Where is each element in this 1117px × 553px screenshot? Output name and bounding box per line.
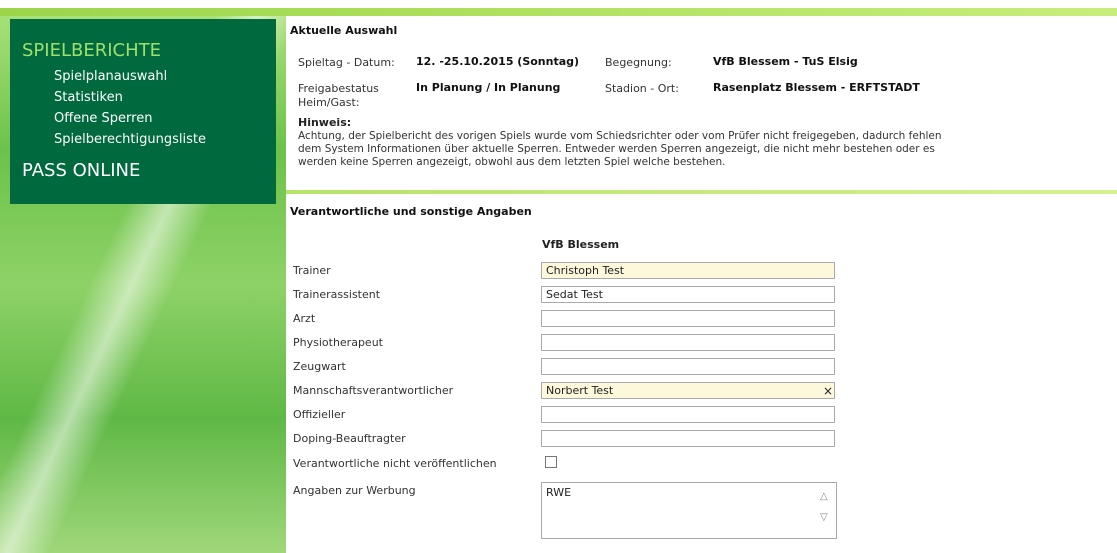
trainer-input[interactable]: Christoph Test bbox=[541, 262, 835, 279]
top-accent-bar bbox=[0, 8, 1117, 16]
label-offizieller: Offizieller bbox=[293, 408, 346, 421]
nav-item-spielberechtigungsliste[interactable]: Spielberechtigungsliste bbox=[54, 132, 206, 147]
label-hide-responsibles: Verantwortliche nicht veröffentlichen bbox=[293, 457, 497, 470]
trainerassistent-input[interactable]: Sedat Test bbox=[541, 286, 835, 303]
clear-icon[interactable]: × bbox=[823, 384, 833, 398]
zeugwart-input[interactable] bbox=[541, 358, 835, 375]
hide-responsibles-checkbox[interactable] bbox=[545, 456, 557, 468]
begegnung-label: Begegnung: bbox=[605, 56, 672, 69]
nav-item-statistiken[interactable]: Statistiken bbox=[54, 90, 123, 105]
offizieller-input[interactable] bbox=[541, 406, 835, 423]
hint-text: Achtung, der Spielbericht des vorigen Sp… bbox=[298, 130, 942, 168]
mannschaftsverantwortlicher-input[interactable]: Norbert Test bbox=[541, 382, 835, 399]
nav-item-offene-sperren[interactable]: Offene Sperren bbox=[54, 111, 152, 126]
stadion-label: Stadion - Ort: bbox=[605, 82, 679, 95]
team-column-header: VfB Blessem bbox=[542, 238, 620, 251]
label-arzt: Arzt bbox=[293, 312, 316, 325]
label-advertising: Angaben zur Werbung bbox=[293, 484, 416, 497]
freigabe-label-2: Heim/Gast: bbox=[298, 96, 360, 109]
label-zeugwart: Zeugwart bbox=[293, 360, 346, 373]
nav-heading-pass-online[interactable]: PASS ONLINE bbox=[22, 160, 140, 181]
label-mannschaftsverantwortlicher: Mannschaftsverantwortlicher bbox=[293, 384, 454, 397]
hint-title: Hinweis: bbox=[298, 116, 352, 129]
scroll-down-icon[interactable]: ▽ bbox=[820, 512, 828, 523]
label-doping-beauftragter: Doping-Beauftragter bbox=[293, 432, 406, 445]
label-physiotherapeut: Physiotherapeut bbox=[293, 336, 383, 349]
stadion-value: Rasenplatz Blessem - ERFTSTADT bbox=[713, 81, 920, 94]
doping-beauftragter-input[interactable] bbox=[541, 430, 835, 447]
nav-heading-spielberichte[interactable]: SPIELBERICHTE bbox=[22, 40, 161, 61]
advertising-textarea[interactable]: RWE bbox=[541, 482, 837, 539]
spieltag-value: 12. -25.10.2015 (Sonntag) bbox=[416, 55, 580, 68]
freigabe-label-1: Freigabestatus bbox=[298, 82, 379, 95]
begegnung-value: VfB Blessem - TuS Elsig bbox=[713, 55, 858, 68]
arzt-input[interactable] bbox=[541, 310, 835, 327]
label-trainerassistent: Trainerassistent bbox=[293, 288, 381, 301]
scroll-up-icon[interactable]: △ bbox=[820, 491, 828, 502]
physiotherapeut-input[interactable] bbox=[541, 334, 835, 351]
responsibles-title: Verantwortliche und sonstige Angaben bbox=[290, 205, 532, 218]
section-divider bbox=[286, 190, 1117, 194]
spieltag-label: Spieltag - Datum: bbox=[298, 56, 395, 69]
label-trainer: Trainer bbox=[293, 264, 331, 277]
current-selection-title: Aktuelle Auswahl bbox=[290, 24, 398, 37]
nav-item-spielplanauswahl[interactable]: Spielplanauswahl bbox=[54, 69, 167, 84]
freigabe-value: In Planung / In Planung bbox=[416, 81, 561, 94]
